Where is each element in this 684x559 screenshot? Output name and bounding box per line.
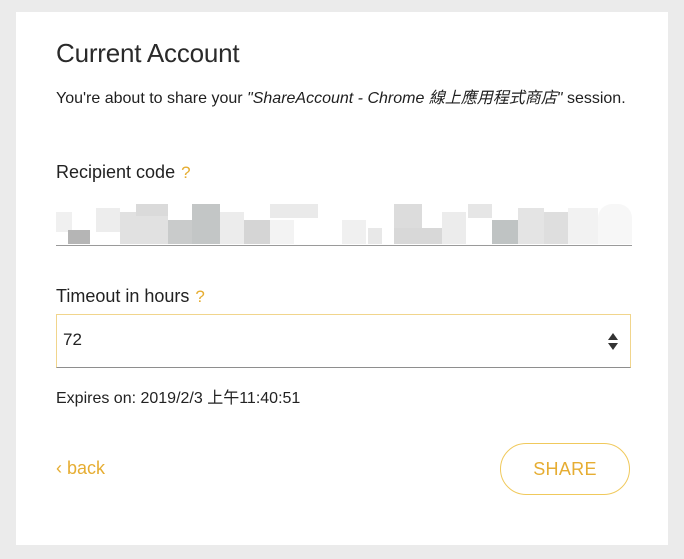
blurred-code-segment [568,208,598,244]
timeout-input[interactable] [63,327,563,353]
session-name: "ShareAccount - Chrome 線上應用程式商店" [247,90,563,107]
back-link[interactable]: ‹ back [56,458,105,479]
blurred-code-segment [220,212,244,244]
blurred-code-segment [56,212,72,232]
timeout-label: Timeout in hours? [56,286,205,307]
blurred-code-segment [518,208,544,244]
blurred-code-segment [598,204,632,244]
blurred-code-segment [270,204,318,218]
spinner-up-icon[interactable] [608,333,618,340]
number-spinner-icon[interactable] [606,331,620,353]
share-account-panel: Current Account You're about to share yo… [16,12,668,545]
recipient-code-field[interactable] [56,198,632,246]
description-prefix: You're about to share your [56,90,248,107]
description-suffix: session. [562,90,626,107]
blurred-code-segment [544,212,568,244]
recipient-code-label-text: Recipient code [56,162,176,182]
page-title: Current Account [56,38,240,68]
timeout-label-text: Timeout in hours [56,286,190,306]
timeout-field[interactable] [56,314,631,368]
blurred-code-segment [342,220,366,244]
blurred-code-segment [468,204,492,218]
blurred-code-segment [192,204,220,244]
blurred-code-segment [492,220,518,244]
share-description: You're about to share your "ShareAccount… [56,88,636,110]
blurred-code-segment [270,220,294,244]
blurred-code-segment [244,220,270,244]
blurred-code-segment [394,204,422,228]
blurred-code-segment [136,204,168,216]
blurred-code-segment [168,220,192,244]
blurred-code-segment [120,212,168,244]
timeout-help-icon[interactable]: ? [195,287,204,306]
share-button[interactable]: SHARE [500,443,630,495]
blurred-code-segment [68,230,90,244]
blurred-code-segment [368,228,382,244]
recipient-code-help-icon[interactable]: ? [181,163,190,182]
expires-text: Expires on: 2019/2/3 上午11:40:51 [56,390,301,407]
blurred-code-segment [96,208,120,232]
recipient-code-label: Recipient code? [56,162,191,183]
spinner-down-icon[interactable] [608,343,618,350]
blurred-code-segment [442,212,466,244]
blurred-code-segment [394,228,442,244]
